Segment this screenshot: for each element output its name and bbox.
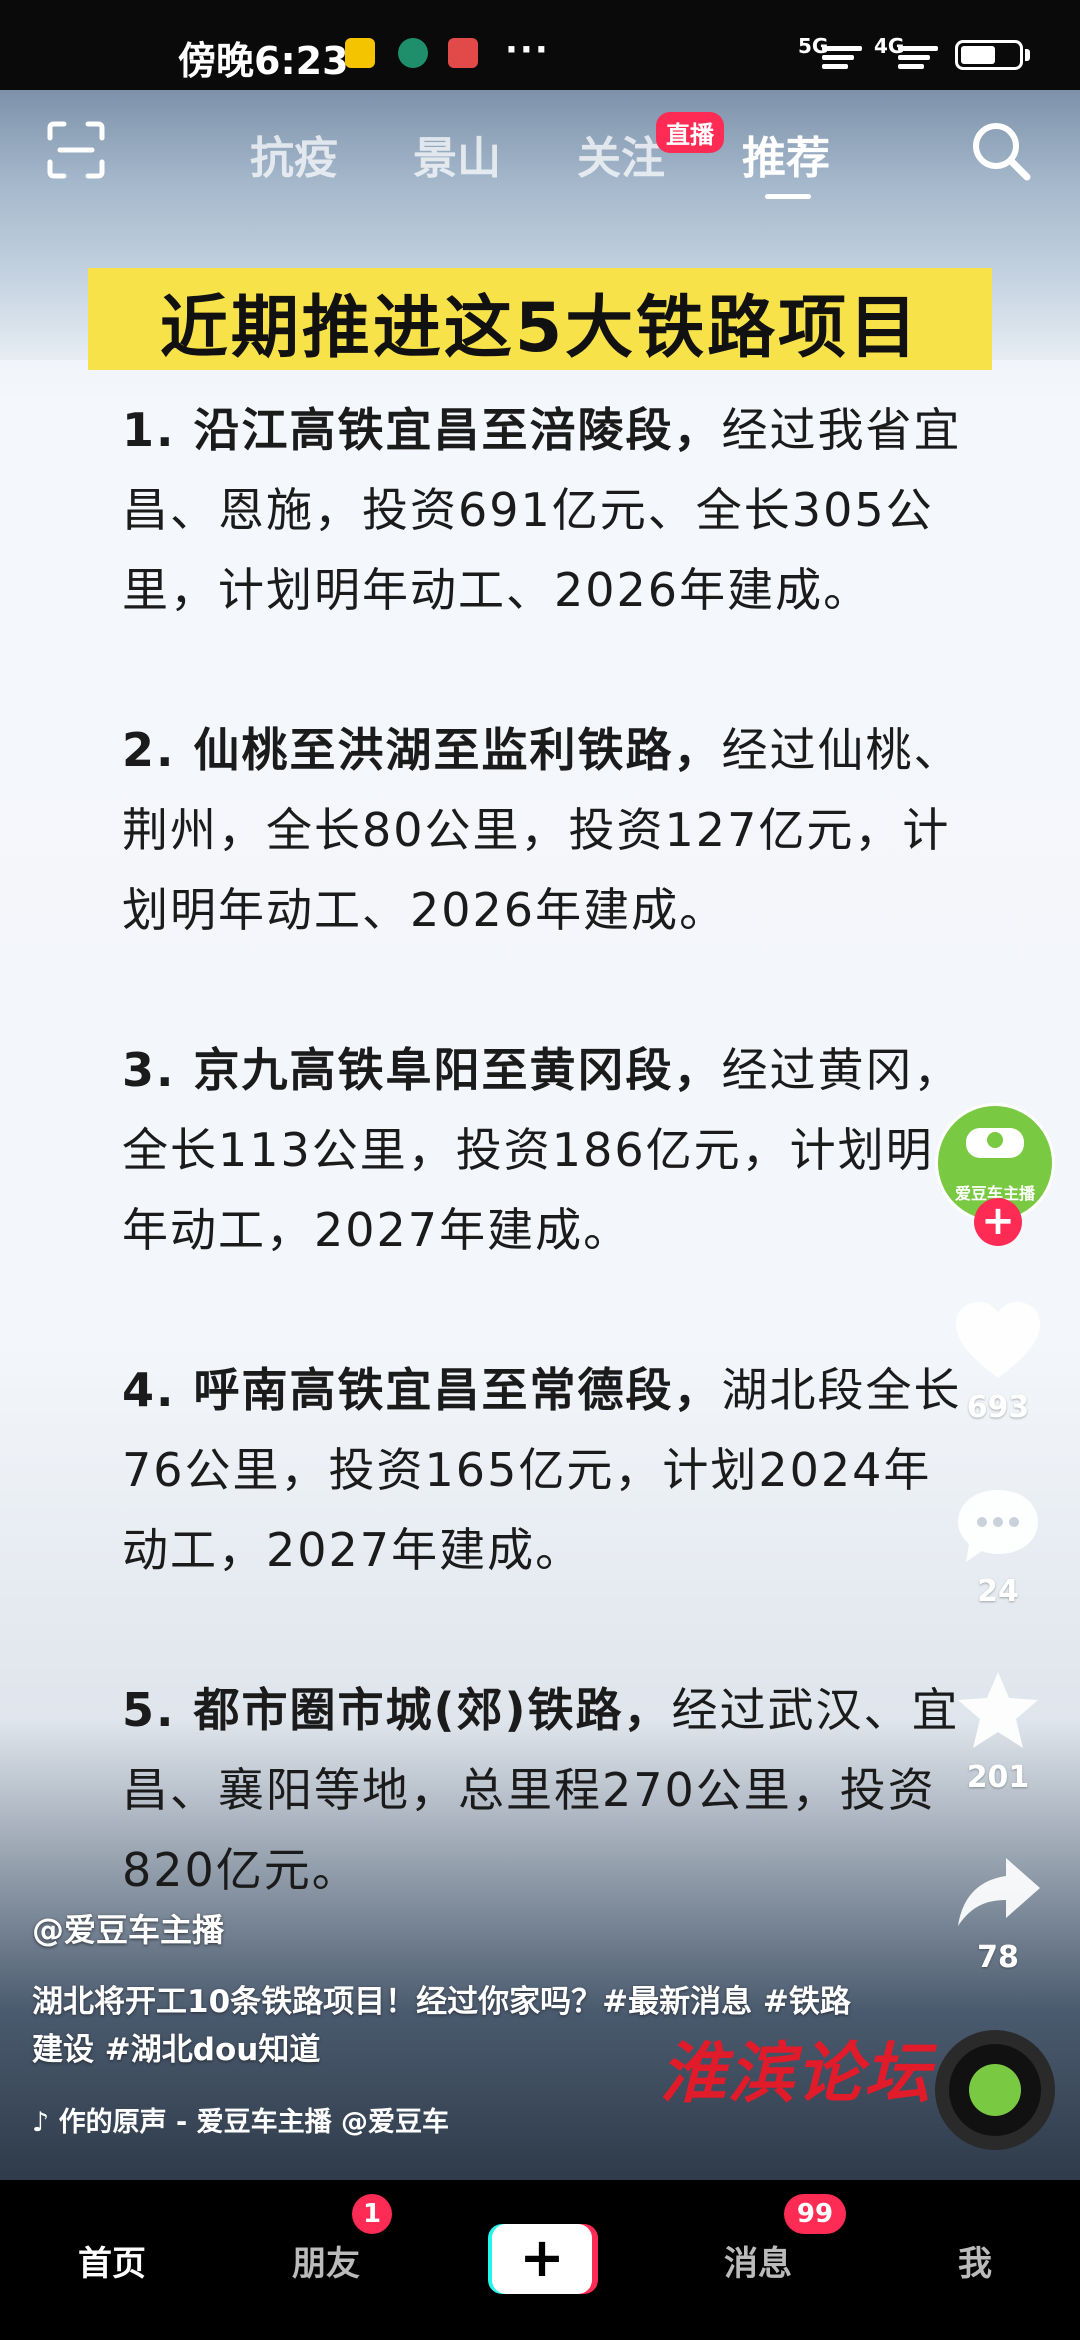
nav-friends[interactable]: 朋友 (292, 2236, 360, 2285)
item-title: 5. 都市圈市城(郊)铁路， (122, 1683, 672, 1737)
app-notification-icon (398, 38, 428, 68)
bottom-navigation: 首页 朋友 1 + 消息 99 我 (0, 2180, 1080, 2340)
comment-button[interactable]: 24 (948, 1484, 1048, 1609)
list-item: 4. 呼南高铁宜昌至常德段，湖北段全长76公里，投资165亿元，计划2024年动… (122, 1350, 962, 1590)
favorite-count: 201 (966, 1760, 1030, 1795)
tab-kangyi[interactable]: 抗疫 (250, 122, 338, 186)
item-title: 1. 沿江高铁宜昌至涪陵段， (122, 403, 722, 457)
signal-icon (822, 46, 862, 73)
railway-project-list: 1. 沿江高铁宜昌至涪陵段，经过我省宜昌、恩施，投资691亿元、全长305公里，… (122, 390, 962, 1990)
tab-recommended[interactable]: 推荐 (742, 122, 830, 186)
music-title: 作的原声 - 爱豆车主播 @爱豆车 (58, 2107, 450, 2138)
nav-messages[interactable]: 消息 (724, 2236, 792, 2285)
messages-badge: 99 (784, 2194, 846, 2234)
live-badge: 直播 (656, 112, 724, 153)
nav-me[interactable]: 我 (958, 2236, 992, 2285)
list-item: 2. 仙桃至洪湖至监利铁路，经过仙桃、荆州，全长80公里，投资127亿元，计划明… (122, 710, 962, 950)
list-item: 5. 都市圈市城(郊)铁路，经过武汉、宜昌、襄阳等地，总里程270公里，投资82… (122, 1670, 962, 1910)
item-title: 4. 呼南高铁宜昌至常德段， (122, 1363, 722, 1417)
top-navigation: 抗疫 景山 关注 直播 推荐 (0, 90, 1080, 210)
comment-icon (958, 1490, 1038, 1562)
car-logo-icon (966, 1128, 1024, 1158)
favorite-button[interactable]: 201 (948, 1668, 1048, 1795)
app-notification-icon (448, 38, 478, 68)
author-name[interactable]: @爱豆车主播 (32, 1905, 224, 1951)
status-bar: 傍晚6:23 ··· 5G 4G (0, 0, 1080, 90)
tab-following[interactable]: 关注 (577, 122, 665, 186)
battery-icon (955, 40, 1023, 70)
status-time: 傍晚6:23 (178, 39, 349, 83)
friends-badge: 1 (352, 2194, 392, 2234)
plus-icon: + (519, 2226, 565, 2289)
tab-jingshan[interactable]: 景山 (413, 122, 501, 186)
share-icon (958, 1858, 1040, 1926)
item-title: 2. 仙桃至洪湖至监利铁路， (122, 723, 722, 777)
share-count: 78 (977, 1940, 1019, 1975)
scan-icon[interactable] (46, 120, 106, 180)
search-icon[interactable] (970, 120, 1032, 182)
signal-icon (898, 46, 938, 73)
active-tab-indicator (765, 194, 811, 199)
battery-cap (1025, 49, 1030, 61)
more-notifications: ··· (505, 30, 550, 70)
app-notification-icon (345, 38, 375, 68)
nav-home[interactable]: 首页 (78, 2236, 146, 2285)
create-button[interactable]: + (488, 2224, 598, 2294)
music-note-icon: ♪ (32, 2107, 59, 2138)
list-item: 1. 沿江高铁宜昌至涪陵段，经过我省宜昌、恩施，投资691亿元、全长305公里，… (122, 390, 962, 630)
like-button[interactable]: 693 (948, 1298, 1048, 1425)
music-info[interactable]: ♪ 作的原声 - 爱豆车主播 @爱豆车 (32, 2100, 449, 2139)
share-button[interactable]: 78 (948, 1852, 1048, 1975)
star-icon (958, 1672, 1038, 1748)
music-disc[interactable] (935, 2030, 1055, 2150)
list-item: 3. 京九高铁阜阳至黄冈段，经过黄冈，全长113公里，投资186亿元，计划明年动… (122, 1030, 962, 1270)
video-headline: 近期推进这5大铁路项目 (159, 289, 921, 368)
watermark-text: 淮滨论坛 (660, 2034, 932, 2112)
comment-count: 24 (977, 1574, 1019, 1609)
follow-button[interactable]: + (974, 1198, 1022, 1246)
item-title: 3. 京九高铁阜阳至黄冈段， (122, 1043, 722, 1097)
like-count: 693 (966, 1390, 1030, 1425)
heart-icon (956, 1302, 1040, 1378)
